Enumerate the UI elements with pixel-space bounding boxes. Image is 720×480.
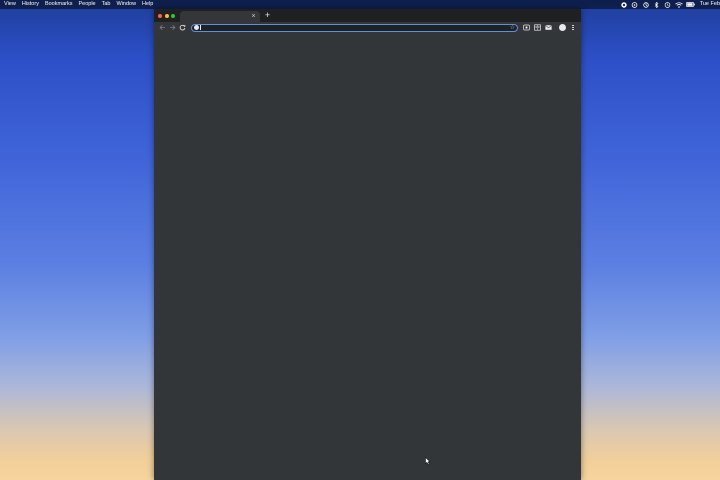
menu-dot [572,29,574,31]
cloud-icon[interactable] [631,0,639,9]
menu-history[interactable]: History [22,0,39,9]
battery-icon[interactable] [686,0,696,9]
menu-dot [572,24,574,26]
bookmark-star-icon[interactable]: ☆ [510,24,515,32]
address-input[interactable] [201,24,501,31]
reload-button[interactable] [178,24,186,32]
reader-extension-icon[interactable] [534,24,541,31]
omnibox[interactable]: ☆ [191,23,518,32]
bluetooth-icon[interactable] [653,0,661,9]
browser-window: × + ☆ [154,9,581,480]
menu-dot [572,26,574,29]
window-minimize-button[interactable] [164,13,169,18]
browser-toolbar: ☆ [154,22,581,33]
mail-extension-icon[interactable] [545,24,552,31]
tab-new-tab[interactable]: × [180,10,260,22]
menubar-clock[interactable]: Tue Feb [700,0,720,9]
arrow-right-icon [169,25,175,30]
app-menus: View History Bookmarks People Tab Window… [0,0,159,9]
menu-view[interactable]: View [4,0,16,9]
profile-avatar-icon[interactable] [559,24,566,31]
new-tab-button[interactable]: + [263,11,272,20]
tab-close-icon[interactable]: × [250,13,257,20]
status-area: Tue Feb [617,0,720,9]
menu-window[interactable]: Window [116,0,136,9]
time-machine-icon[interactable] [664,0,672,9]
menu-help[interactable]: Help [142,0,153,9]
forward-button[interactable] [168,24,176,32]
sync-icon[interactable] [642,0,650,9]
wifi-icon[interactable] [674,0,683,9]
more-vertical-icon[interactable] [571,24,575,31]
window-close-button[interactable] [158,13,162,18]
window-zoom-button[interactable] [171,13,175,18]
arrow-left-icon [159,25,165,30]
back-button[interactable] [158,24,166,32]
globe-icon [194,25,199,30]
menu-bar: View History Bookmarks People Tab Window… [0,0,720,9]
record-icon[interactable] [620,0,628,9]
menu-bookmarks[interactable]: Bookmarks [45,0,73,9]
mouse-pointer-icon [425,457,431,465]
tab-strip: × + [154,9,581,22]
page-content[interactable] [154,33,581,480]
reload-icon [179,24,185,31]
menu-tab[interactable]: Tab [102,0,111,9]
menu-people[interactable]: People [78,0,95,9]
shield-extension-icon[interactable] [523,24,530,31]
